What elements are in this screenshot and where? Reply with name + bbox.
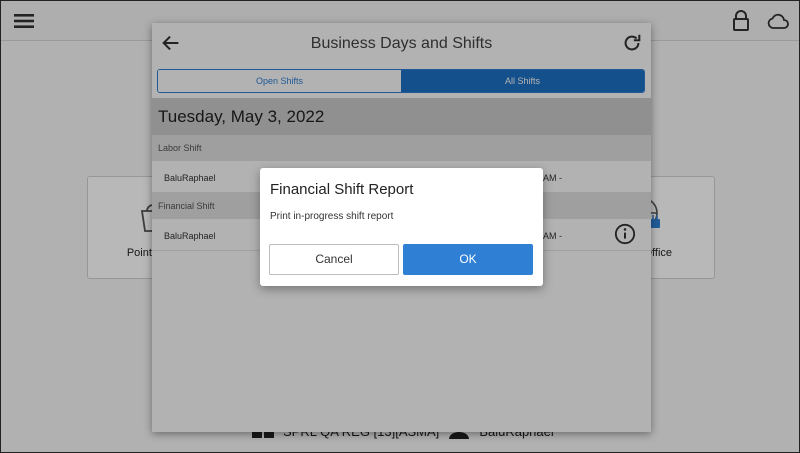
cancel-button[interactable]: Cancel: [269, 244, 399, 275]
screen: Point of Sale Back Office SPRL QA REG [1…: [0, 0, 800, 453]
financial-shift-report-dialog: Financial Shift Report Print in-progress…: [260, 168, 543, 286]
ok-button[interactable]: OK: [403, 244, 533, 275]
dialog-title: Financial Shift Report: [270, 181, 414, 198]
dialog-message: Print in-progress shift report: [270, 211, 394, 222]
